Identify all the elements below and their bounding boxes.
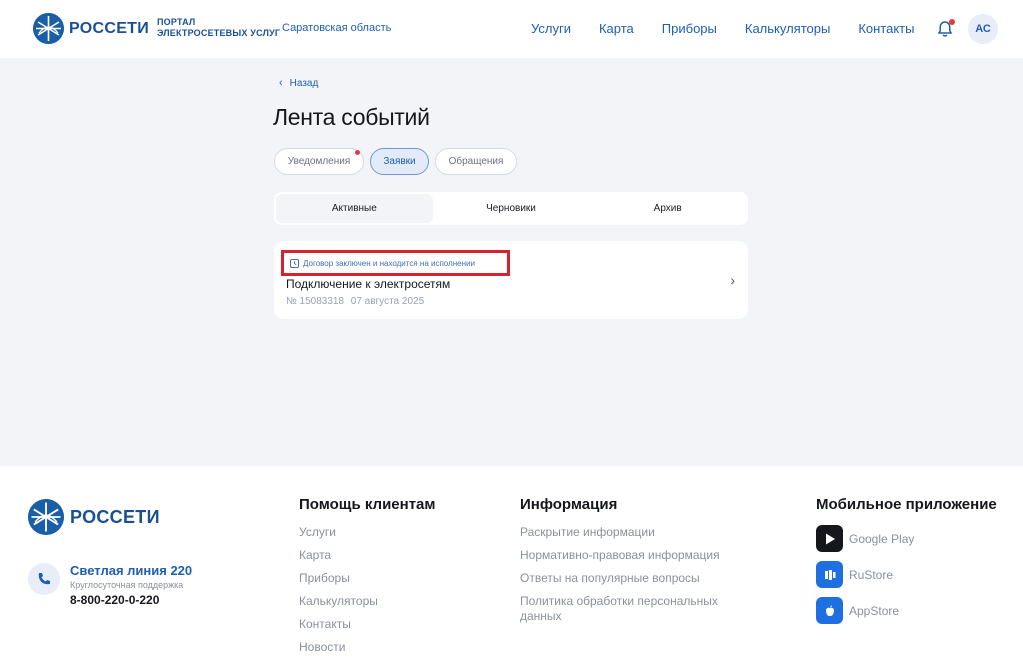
nav-calculators[interactable]: Калькуляторы xyxy=(745,21,830,36)
back-label: Назад xyxy=(289,77,319,89)
hotline-block: Светлая линия 220 Круглосуточная поддерж… xyxy=(28,563,192,607)
tab-appeals[interactable]: Обращения xyxy=(435,148,517,175)
feed-type-tabs: Уведомления Заявки Обращения xyxy=(274,148,523,175)
footer-link-news[interactable]: Новости xyxy=(299,640,435,655)
footer-app-title: Мобильное приложение xyxy=(816,496,997,513)
footer-logo[interactable]: РОССЕТИ xyxy=(28,499,160,535)
tab-notifications[interactable]: Уведомления xyxy=(274,148,364,175)
tab-notifications-label: Уведомления xyxy=(287,156,351,167)
back-link[interactable]: ‹ Назад xyxy=(279,77,318,89)
nav-devices[interactable]: Приборы xyxy=(662,21,717,36)
footer-link-faq[interactable]: Ответы на популярные вопросы xyxy=(520,571,740,586)
subtab-archive[interactable]: Архив xyxy=(589,194,746,223)
footer-link-disclosure[interactable]: Раскрытие информации xyxy=(520,525,740,540)
appstore-label: AppStore xyxy=(849,603,900,618)
footer-link-devices[interactable]: Приборы xyxy=(299,571,435,586)
rustore-link[interactable]: RuStore xyxy=(816,561,997,588)
subtab-active[interactable]: Активные xyxy=(276,194,433,223)
rustore-label: RuStore xyxy=(849,567,894,582)
footer-link-calculators[interactable]: Калькуляторы xyxy=(299,594,435,609)
nav-services[interactable]: Услуги xyxy=(531,21,571,36)
page-title: Лента событий xyxy=(273,104,430,130)
footer-app-column: Мобильное приложение Google Play RuStore… xyxy=(816,496,997,633)
footer-info-title: Информация xyxy=(520,496,618,513)
footer: РОССЕТИ Светлая линия 220 Круглосуточная… xyxy=(0,466,1023,669)
notification-dot xyxy=(949,19,955,25)
status-badge: Договор заключен и находится на исполнен… xyxy=(281,250,510,276)
tab-requests-label: Заявки xyxy=(383,156,416,167)
main-nav: Услуги Карта Приборы Калькуляторы Контак… xyxy=(531,21,942,36)
request-status-tabs: Активные Черновики Архив xyxy=(274,192,748,225)
tab-requests[interactable]: Заявки xyxy=(370,148,429,175)
region-selector[interactable]: Саратовская область xyxy=(282,22,391,34)
footer-link-map[interactable]: Карта xyxy=(299,548,435,563)
portal-line-2: ЭЛЕКТРОСЕТЕВЫХ УСЛУГ xyxy=(157,28,281,38)
request-meta: № 15083318 07 августа 2025 xyxy=(286,296,424,307)
logo-icon xyxy=(33,13,64,44)
header: РОССЕТИ ПОРТАЛ ЭЛЕКТРОСЕТЕВЫХ УСЛУГ Сара… xyxy=(0,0,1023,58)
request-title: Подключение к электросетям xyxy=(286,277,451,291)
footer-link-privacy-policy[interactable]: Политика обработки персональных данных xyxy=(520,594,740,624)
portal-caption: ПОРТАЛ ЭЛЕКТРОСЕТЕВЫХ УСЛУГ xyxy=(157,17,280,39)
footer-help-title: Помощь клиентам xyxy=(299,496,436,513)
request-number: № 15083318 xyxy=(286,296,344,307)
footer-logo-text: РОССЕТИ xyxy=(70,506,160,527)
footer-link-regulations[interactable]: Нормативно-правовая информация xyxy=(520,548,740,563)
footer-link-services[interactable]: Услуги xyxy=(299,525,435,540)
status-text: Договор заключен и находится на исполнен… xyxy=(303,258,475,268)
hotline-title[interactable]: Светлая линия 220 xyxy=(70,563,192,578)
portal-line-1: ПОРТАЛ xyxy=(157,17,196,27)
request-date: 07 августа 2025 xyxy=(350,296,425,307)
footer-link-contacts[interactable]: Контакты xyxy=(299,617,435,632)
logo-icon xyxy=(28,499,64,535)
clock-icon xyxy=(290,258,299,268)
footer-help-column: Помощь клиентам Услуги Карта Приборы Кал… xyxy=(299,496,435,663)
appstore-link[interactable]: AppStore xyxy=(816,597,997,624)
hotline-phone[interactable]: 8-800-220-0-220 xyxy=(70,593,192,607)
footer-info-column: Информация Раскрытие информации Норматив… xyxy=(520,496,740,632)
google-play-icon xyxy=(816,525,843,552)
subtab-drafts[interactable]: Черновики xyxy=(433,194,590,223)
notification-dot xyxy=(355,150,360,155)
phone-icon xyxy=(28,563,60,595)
chevron-left-icon: ‹ xyxy=(279,77,283,89)
nav-contacts[interactable]: Контакты xyxy=(858,21,914,36)
request-card[interactable]: Договор заключен и находится на исполнен… xyxy=(274,241,748,319)
google-play-label: Google Play xyxy=(849,531,915,546)
apple-icon xyxy=(816,597,843,624)
google-play-link[interactable]: Google Play xyxy=(816,525,997,552)
chevron-right-icon: › xyxy=(730,272,735,288)
rustore-icon xyxy=(816,561,843,588)
hotline-subtitle: Круглосуточная поддержка xyxy=(70,580,184,590)
nav-map[interactable]: Карта xyxy=(599,21,634,36)
avatar[interactable]: АС xyxy=(968,14,998,44)
rosseti-logo[interactable]: РОССЕТИ xyxy=(33,13,149,44)
bell-icon[interactable] xyxy=(935,19,955,39)
tab-appeals-label: Обращения xyxy=(448,156,504,167)
logo-text: РОССЕТИ xyxy=(69,19,150,37)
